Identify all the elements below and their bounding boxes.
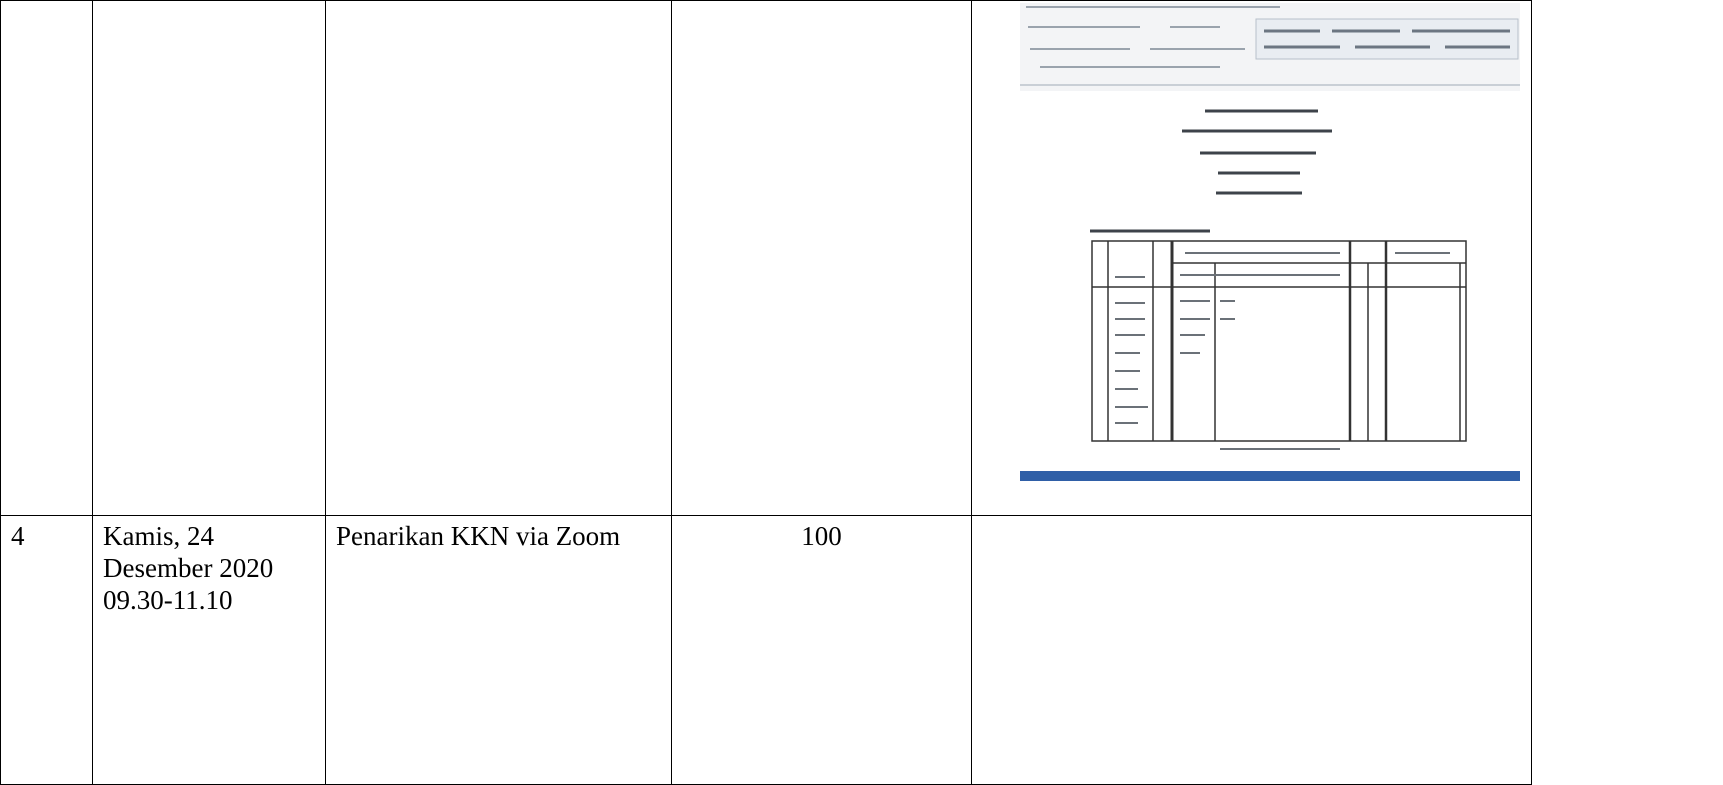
cell-score: 100 [671,515,972,785]
cell-date: Kamis, 24 Desember 2020 09.30-11.10 [92,515,326,785]
row-score: 100 [801,521,842,551]
row-number: 4 [11,521,25,551]
cell-activity [325,0,672,516]
cell-score [671,0,972,516]
evidence-screenshot-image [1020,3,1520,481]
activity-log-table: 4 Kamis, 24 Desember 2020 09.30-11.10 Pe… [0,0,1532,785]
table-row: 4 Kamis, 24 Desember 2020 09.30-11.10 Pe… [0,515,1532,785]
cell-evidence [971,515,1532,785]
table-row [0,0,1532,516]
row-date: Kamis, 24 Desember 2020 09.30-11.10 [103,521,274,615]
cell-evidence [971,0,1532,516]
row-activity: Penarikan KKN via Zoom [336,521,621,551]
cell-no: 4 [0,515,93,785]
cell-no [0,0,93,516]
cell-activity: Penarikan KKN via Zoom [325,515,672,785]
cell-date [92,0,326,516]
